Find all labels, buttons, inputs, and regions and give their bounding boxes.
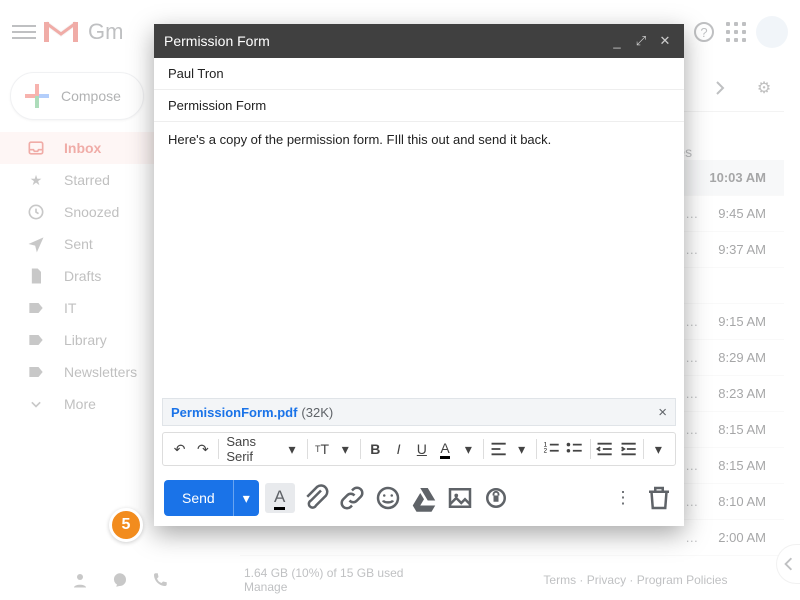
label-icon <box>26 298 46 318</box>
indent-less-icon[interactable] <box>594 436 615 462</box>
hangouts-icon[interactable] <box>111 571 129 589</box>
nav-label: IT <box>64 300 76 316</box>
compose-window: Permission Form _ ⤢ ✕ Paul Tron Permissi… <box>154 24 684 526</box>
underline-icon[interactable]: U <box>411 436 432 462</box>
subject-field[interactable]: Permission Form <box>154 90 684 122</box>
gmail-logo-icon <box>44 19 78 45</box>
compose-button[interactable]: Compose <box>10 72 144 120</box>
chevron-down-icon[interactable]: ▾ <box>511 436 532 462</box>
to-field[interactable]: Paul Tron <box>154 58 684 90</box>
undo-icon[interactable]: ↶ <box>169 436 190 462</box>
bullet-list-icon[interactable] <box>564 436 585 462</box>
send-label: Send <box>164 490 233 506</box>
manage-link[interactable]: Manage <box>244 580 403 594</box>
sent-icon <box>26 234 46 254</box>
send-options-icon[interactable]: ▾ <box>233 480 259 516</box>
inbox-icon <box>26 138 46 158</box>
time: 8:15 AM <box>718 458 766 473</box>
emoji-icon[interactable] <box>373 483 403 513</box>
star-icon: ★ <box>26 170 46 190</box>
plus-icon <box>25 84 49 108</box>
remove-attachment-icon[interactable]: × <box>658 404 667 421</box>
time: 9:37 AM <box>718 242 766 257</box>
body-editor[interactable]: Here's a copy of the permission form. FI… <box>154 122 684 392</box>
nav-label: Drafts <box>64 268 101 284</box>
compose-titlebar[interactable]: Permission Form _ ⤢ ✕ <box>154 24 684 58</box>
fullscreen-icon[interactable]: ⤢ <box>632 32 650 50</box>
nav-label: More <box>64 396 96 412</box>
attach-icon[interactable] <box>301 483 331 513</box>
indent-more-icon[interactable] <box>618 436 639 462</box>
clock-icon <box>26 202 46 222</box>
chevron-down-icon[interactable]: ▾ <box>458 436 479 462</box>
align-icon[interactable] <box>488 436 509 462</box>
compose-label: Compose <box>61 88 121 104</box>
link-icon[interactable] <box>337 483 367 513</box>
person-icon[interactable] <box>71 571 89 589</box>
send-button[interactable]: Send ▾ <box>164 480 259 516</box>
svg-text:2: 2 <box>544 448 548 455</box>
nav-label: Newsletters <box>64 364 137 380</box>
phone-icon[interactable] <box>151 571 169 589</box>
annotation-badge: 5 <box>109 508 143 542</box>
label-icon <box>26 330 46 350</box>
settings-icon[interactable]: ⚙ <box>752 76 776 100</box>
drafts-icon <box>26 266 46 286</box>
image-icon[interactable] <box>445 483 475 513</box>
compose-title: Permission Form <box>164 33 270 49</box>
time: 9:45 AM <box>718 206 766 221</box>
nav-label: Library <box>64 332 107 348</box>
time: 8:10 AM <box>718 494 766 509</box>
redo-icon[interactable]: ↷ <box>192 436 213 462</box>
footer-links[interactable]: Terms · Privacy · Program Policies <box>403 573 800 587</box>
chevron-down-icon[interactable]: ▾ <box>335 436 356 462</box>
nav-label: Snoozed <box>64 204 119 220</box>
apps-icon[interactable] <box>724 20 748 44</box>
discard-icon[interactable] <box>644 483 674 513</box>
svg-text:?: ? <box>700 25 707 40</box>
time: 8:23 AM <box>718 386 766 401</box>
label-icon <box>26 362 46 382</box>
nav-label: Sent <box>64 236 93 252</box>
nav-label: Inbox <box>64 140 101 156</box>
formatting-toggle-icon[interactable]: A <box>265 483 295 513</box>
minimize-icon[interactable]: _ <box>608 32 626 50</box>
italic-icon[interactable]: I <box>388 436 409 462</box>
font-size-icon[interactable]: TT <box>311 436 332 462</box>
attachment-size: (32K) <box>301 405 333 420</box>
drive-icon[interactable] <box>409 483 439 513</box>
font-select[interactable]: Sans Serif <box>222 434 279 464</box>
gmail-logo-text: Gm <box>88 19 123 45</box>
time: 8:29 AM <box>718 350 766 365</box>
next-page-icon[interactable] <box>708 76 732 100</box>
confidential-icon[interactable] <box>481 483 511 513</box>
formatting-toolbar: ↶ ↷ Sans Serif ▾ TT ▾ B I U A ▾ ▾ 12 ▾ <box>162 432 676 466</box>
compose-actions: Send ▾ A ⋮ <box>154 470 684 526</box>
text-color-icon[interactable]: A <box>434 436 455 462</box>
nav-label: Starred <box>64 172 110 188</box>
time: 10:03 AM <box>709 170 766 185</box>
account-avatar[interactable] <box>756 16 788 48</box>
storage-text: 1.64 GB (10%) of 15 GB used <box>244 566 403 580</box>
attachment-name: PermissionForm.pdf <box>171 405 297 420</box>
support-icon[interactable]: ? <box>692 20 716 44</box>
close-icon[interactable]: ✕ <box>656 32 674 50</box>
time: 8:15 AM <box>718 422 766 437</box>
chevron-down-icon[interactable]: ▾ <box>281 436 302 462</box>
side-panel-toggle[interactable] <box>776 544 800 584</box>
ordered-list-icon[interactable]: 12 <box>541 436 562 462</box>
bold-icon[interactable]: B <box>365 436 386 462</box>
time: 2:00 AM <box>718 530 766 545</box>
attachment-chip[interactable]: PermissionForm.pdf (32K) × <box>162 398 676 426</box>
more-options-icon[interactable]: ⋮ <box>608 483 638 513</box>
chevron-down-icon[interactable]: ▾ <box>648 436 669 462</box>
menu-icon[interactable] <box>12 20 36 44</box>
chevron-down-icon <box>26 394 46 414</box>
time: 9:15 AM <box>718 314 766 329</box>
footer: 1.64 GB (10%) of 15 GB used Manage Terms… <box>0 560 800 600</box>
